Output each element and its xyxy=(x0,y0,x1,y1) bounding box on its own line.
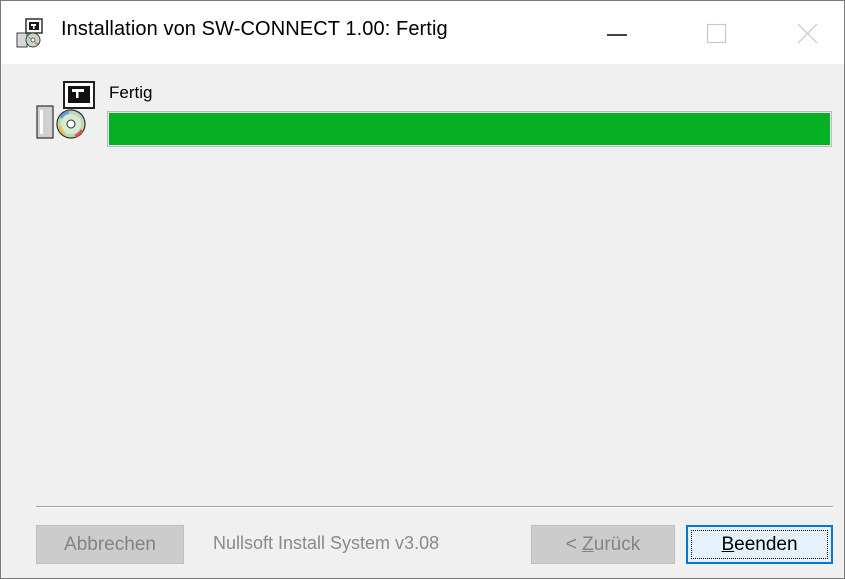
back-label-rest: urück xyxy=(593,533,641,555)
minimize-button[interactable] xyxy=(567,1,659,64)
minimize-icon xyxy=(607,34,627,36)
maximize-icon xyxy=(706,23,727,44)
maximize-button[interactable] xyxy=(659,1,751,64)
close-button[interactable] xyxy=(751,1,843,64)
branding-text: Nullsoft Install System v3.08 xyxy=(213,533,440,553)
installer-body: Fertig Abbrechen Nullsoft Install System… xyxy=(1,64,844,578)
back-label-accelerator: Z xyxy=(582,533,594,555)
back-label-prefix: < xyxy=(565,533,583,555)
finish-button-label: Beenden xyxy=(721,534,797,556)
installer-window: Installation von SW-CONNECT 1.00: Fertig xyxy=(0,0,845,579)
back-button-label: < Zurück xyxy=(566,534,640,556)
setup-cd-icon xyxy=(34,78,100,144)
installer-icon xyxy=(14,15,48,49)
back-button[interactable]: < Zurück xyxy=(531,525,675,564)
title-bar[interactable]: Installation von SW-CONNECT 1.00: Fertig xyxy=(1,1,844,64)
cancel-button[interactable]: Abbrechen xyxy=(36,525,184,564)
finish-label-accelerator: B xyxy=(721,533,735,555)
window-title: Installation von SW-CONNECT 1.00: Fertig xyxy=(61,18,448,40)
close-icon xyxy=(797,23,818,44)
progress-fill xyxy=(109,113,830,145)
footer-divider xyxy=(36,506,833,508)
finish-button[interactable]: Beenden xyxy=(686,525,833,564)
cancel-button-label: Abbrechen xyxy=(64,533,156,555)
finish-label-rest: eenden xyxy=(734,533,798,555)
status-label: Fertig xyxy=(109,83,153,102)
install-progress-bar xyxy=(107,111,832,147)
